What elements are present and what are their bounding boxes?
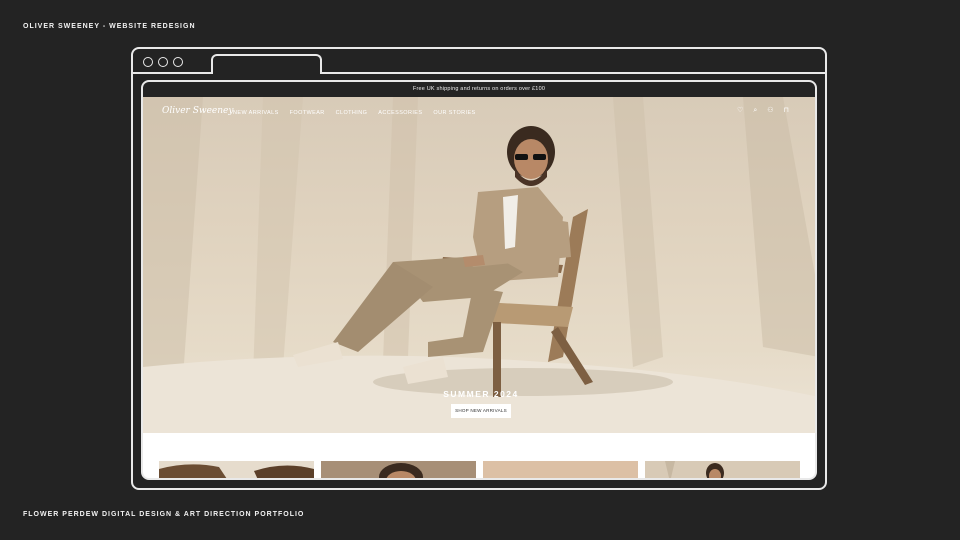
product-thumbnail[interactable]: [483, 461, 638, 478]
portfolio-footer: FLOWER PERDEW DIGITAL DESIGN & ART DIREC…: [23, 511, 305, 518]
heart-icon[interactable]: ♡: [737, 107, 743, 115]
product-thumbnail[interactable]: [321, 461, 476, 478]
site-navigation: Oliver Sweeney NEW ARRIVALS FOOTWEAR CLO…: [143, 97, 815, 127]
browser-window: Free UK shipping and returns on orders o…: [131, 47, 827, 490]
nav-item-clothing[interactable]: CLOTHING: [336, 110, 368, 116]
tab-bar-line: [133, 72, 825, 74]
bag-icon[interactable]: ⊓: [784, 107, 789, 115]
window-control-dot[interactable]: [143, 57, 153, 67]
website-viewport: Free UK shipping and returns on orders o…: [141, 80, 817, 480]
product-thumbnail[interactable]: [159, 461, 314, 478]
hero-title: SUMMER 2024: [443, 389, 519, 399]
nav-item-accessories[interactable]: ACCESSORIES: [378, 110, 422, 116]
product-thumbnails: [159, 461, 800, 478]
browser-tab[interactable]: [211, 54, 322, 74]
brand-logo[interactable]: Oliver Sweeney: [162, 106, 233, 116]
nav-item-new-arrivals[interactable]: NEW ARRIVALS: [233, 110, 279, 116]
shop-new-arrivals-button[interactable]: SHOP NEW ARRIVALS: [451, 404, 511, 418]
product-thumbnail[interactable]: [645, 461, 800, 478]
window-control-dot[interactable]: [173, 57, 183, 67]
portfolio-title: OLIVER SWEENEY - WEBSITE REDESIGN: [23, 23, 196, 30]
hero-photo: [143, 97, 815, 433]
search-icon[interactable]: ⌕: [753, 107, 757, 115]
header-icons: ♡ ⌕ ⚇ ⊓: [737, 107, 789, 115]
window-controls: [143, 57, 183, 67]
main-menu: NEW ARRIVALS FOOTWEAR CLOTHING ACCESSORI…: [233, 110, 476, 116]
account-icon[interactable]: ⚇: [767, 107, 773, 115]
hero-banner[interactable]: Oliver Sweeney NEW ARRIVALS FOOTWEAR CLO…: [143, 97, 815, 433]
promo-banner: Free UK shipping and returns on orders o…: [143, 82, 815, 97]
nav-item-our-stories[interactable]: OUR STORIES: [433, 110, 475, 116]
window-control-dot[interactable]: [158, 57, 168, 67]
nav-item-footwear[interactable]: FOOTWEAR: [290, 110, 325, 116]
